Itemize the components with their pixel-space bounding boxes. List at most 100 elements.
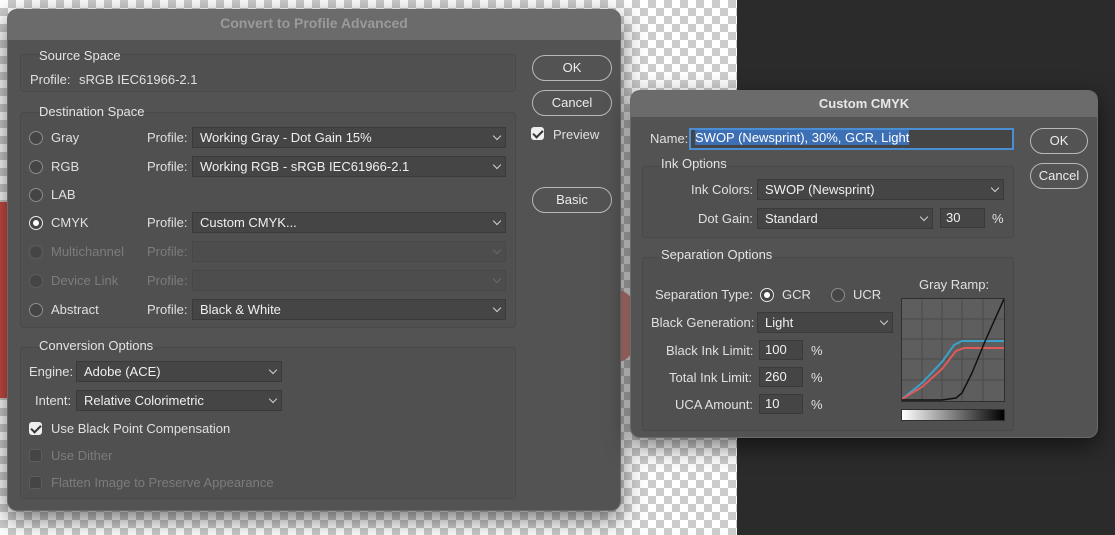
chevron-down-icon: [268, 394, 278, 404]
cmyk-profile-label: Profile:: [147, 215, 188, 230]
uca-amount-label: UCA Amount:: [675, 397, 754, 412]
dot-gain-percent: %: [992, 211, 1004, 226]
radio-lab[interactable]: [29, 188, 43, 202]
radio-multichannel-label: Multichannel: [51, 244, 124, 259]
chevron-down-icon: [990, 183, 1000, 193]
cancel-button[interactable]: Cancel: [532, 90, 612, 116]
chevron-down-icon: [492, 274, 502, 284]
rgb-profile-select[interactable]: Working RGB - sRGB IEC61966-2.1: [192, 156, 506, 177]
radio-device-link[interactable]: [29, 274, 43, 288]
flatten-label: Flatten Image to Preserve Appearance: [51, 475, 274, 490]
source-profile-value: sRGB IEC61966-2.1: [79, 72, 198, 87]
radio-gcr[interactable]: [760, 288, 774, 302]
radio-rgb-label: RGB: [51, 159, 80, 174]
engine-select[interactable]: Adobe (ACE): [76, 361, 282, 382]
gray-ramp-curves: [901, 298, 1005, 401]
abstract-profile-select[interactable]: Black & White: [192, 299, 506, 320]
total-ink-limit-percent: %: [811, 370, 823, 385]
radio-abstract-label: Abstract: [51, 302, 99, 317]
total-ink-limit-field[interactable]: 260: [759, 367, 803, 387]
engine-value: Adobe (ACE): [84, 364, 161, 379]
black-ink-limit-field[interactable]: 100: [759, 340, 803, 360]
device-link-profile-label: Profile:: [147, 273, 188, 288]
chevron-down-icon: [268, 365, 278, 375]
uca-amount-field[interactable]: 10: [759, 394, 803, 414]
radio-device-link-label: Device Link: [51, 273, 119, 288]
ink-options-legend: Ink Options: [661, 156, 727, 171]
radio-cmyk[interactable]: [29, 216, 43, 230]
uca-amount-percent: %: [811, 397, 823, 412]
dot-gain-value: Standard: [765, 211, 818, 226]
cmyk-ok-button[interactable]: OK: [1030, 128, 1088, 154]
radio-cmyk-label: CMYK: [51, 215, 89, 230]
ink-colors-select[interactable]: SWOP (Newsprint): [757, 179, 1004, 200]
radio-gray[interactable]: [29, 131, 43, 145]
name-field[interactable]: SWOP (Newsprint), 30%, GCR, Light: [689, 128, 1014, 150]
uca-amount-value: 10: [765, 396, 780, 411]
intent-select[interactable]: Relative Colorimetric: [76, 390, 282, 411]
rgb-profile-value: Working RGB - sRGB IEC61966-2.1: [200, 159, 410, 174]
ink-colors-value: SWOP (Newsprint): [765, 182, 875, 197]
total-ink-limit-value: 260: [765, 369, 787, 384]
radio-rgb[interactable]: [29, 160, 43, 174]
black-ink-limit-label: Black Ink Limit:: [666, 343, 754, 358]
chevron-down-icon: [492, 216, 502, 226]
radio-lab-label: LAB: [51, 187, 76, 202]
separation-options-legend: Separation Options: [661, 247, 773, 262]
black-point-checkbox[interactable]: [29, 422, 42, 435]
dot-gain-amount-field[interactable]: 30: [940, 208, 985, 228]
cmyk-cancel-button[interactable]: Cancel: [1030, 163, 1088, 189]
radio-abstract[interactable]: [29, 303, 43, 317]
radio-multichannel[interactable]: [29, 245, 43, 259]
chevron-down-icon: [919, 212, 929, 222]
dot-gain-amount-value: 30: [946, 210, 961, 225]
chevron-down-icon: [492, 131, 502, 141]
dot-gain-select[interactable]: Standard: [757, 208, 933, 229]
cmyk-dialog-title: Custom CMYK: [631, 91, 1097, 117]
source-space-legend: Source Space: [39, 48, 121, 63]
name-value: SWOP (Newsprint), 30%, GCR, Light: [695, 130, 910, 145]
black-generation-label: Black Generation:: [651, 315, 755, 330]
cmyk-profile-value: Custom CMYK...: [200, 215, 297, 230]
radio-ucr-label: UCR: [853, 287, 882, 302]
name-label: Name:: [650, 131, 689, 146]
gray-profile-value: Working Gray - Dot Gain 15%: [200, 130, 372, 145]
gray-profile-select[interactable]: Working Gray - Dot Gain 15%: [192, 127, 506, 148]
preview-checkbox[interactable]: [531, 127, 544, 140]
cmyk-profile-select[interactable]: Custom CMYK...: [192, 212, 506, 233]
convert-to-profile-dialog: Convert to Profile Advanced Source Space…: [7, 9, 621, 511]
dialog-title: Convert to Profile Advanced: [8, 10, 620, 40]
dither-checkbox[interactable]: [29, 449, 42, 462]
device-link-profile-select[interactable]: [192, 270, 506, 291]
radio-ucr[interactable]: [831, 288, 845, 302]
radio-gcr-label: GCR: [782, 287, 811, 302]
chevron-down-icon: [492, 245, 502, 255]
gray-ramp-label: Gray Ramp:: [919, 277, 990, 292]
chevron-down-icon: [492, 160, 502, 170]
black-curve: [902, 298, 1005, 401]
engine-label: Engine:: [29, 364, 74, 379]
chevron-down-icon: [492, 303, 502, 313]
black-generation-value: Light: [765, 315, 794, 330]
gray-ramp-graph: [901, 298, 1005, 402]
gray-profile-label: Profile:: [147, 130, 188, 145]
separation-type-label: Separation Type:: [655, 287, 754, 302]
total-ink-limit-label: Total Ink Limit:: [669, 370, 753, 385]
radio-gray-label: Gray: [51, 130, 80, 145]
conversion-options-legend: Conversion Options: [39, 338, 154, 353]
destination-space-legend: Destination Space: [39, 104, 145, 119]
abstract-profile-label: Profile:: [147, 302, 188, 317]
preview-label: Preview: [553, 127, 600, 142]
basic-button[interactable]: Basic: [532, 187, 612, 213]
black-generation-select[interactable]: Light: [757, 312, 893, 333]
rgb-profile-label: Profile:: [147, 159, 188, 174]
multichannel-profile-select[interactable]: [192, 241, 506, 262]
ink-colors-label: Ink Colors:: [691, 182, 754, 197]
black-point-label: Use Black Point Compensation: [51, 421, 231, 436]
abstract-profile-value: Black & White: [200, 302, 281, 317]
gray-ramp-gradient: [901, 409, 1005, 421]
flatten-checkbox[interactable]: [29, 476, 42, 489]
magenta-yellow-curve: [901, 347, 1004, 400]
ok-button[interactable]: OK: [532, 55, 612, 81]
source-profile-label: Profile:: [30, 72, 71, 87]
